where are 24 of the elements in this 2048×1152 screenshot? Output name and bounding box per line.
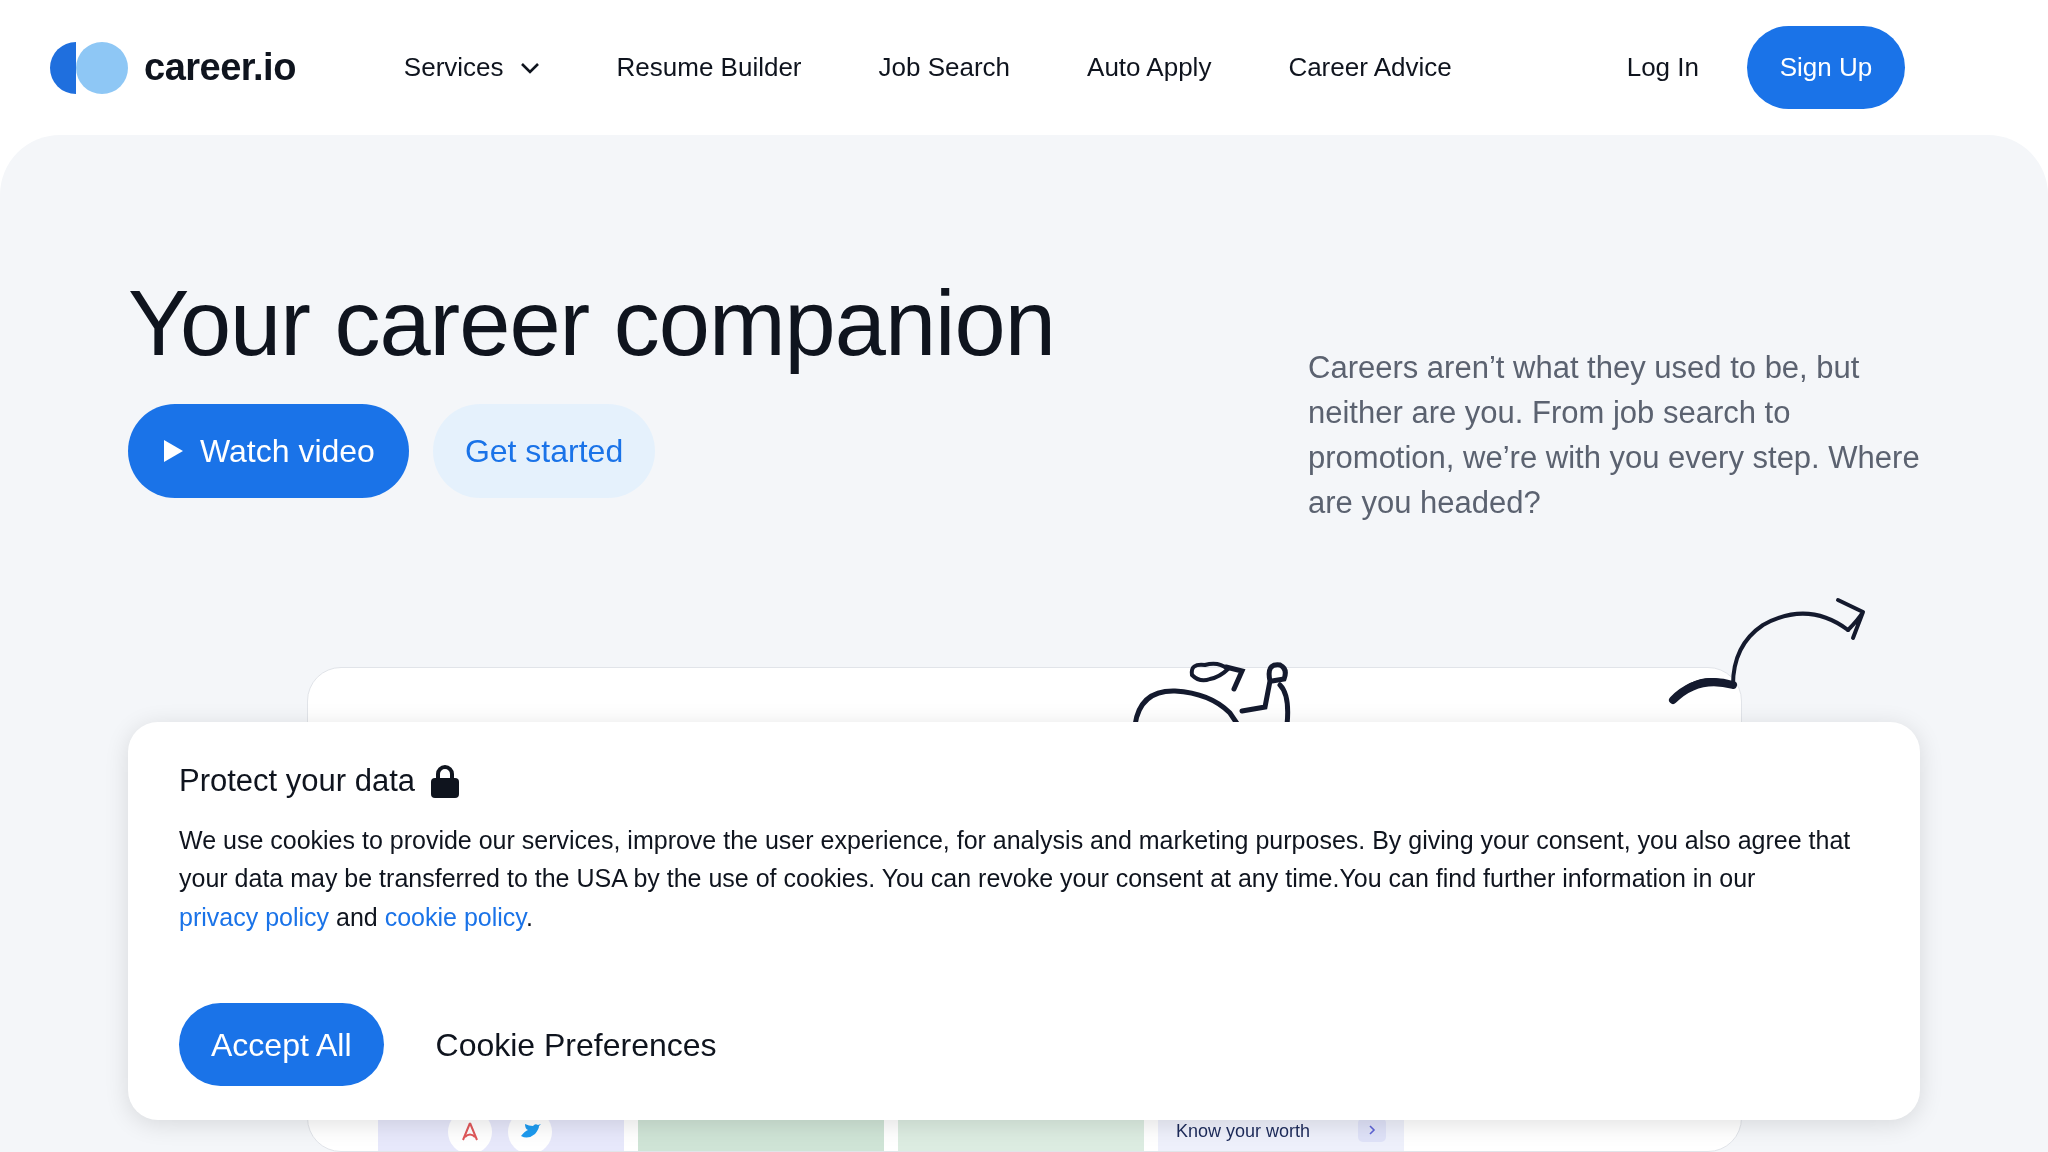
nav-link[interactable]: Auto Apply [1087, 48, 1212, 87]
play-icon [162, 439, 184, 464]
cookie-text: We use cookies to provide our services, improve the user experience, for analysis and marketing purposes. By giving your consent, you also agree that your data may be transferred to the USA by the use of cookies. You can revoke your consent at any time.You can find further information in our privacy policy and cookie policy. [179, 824, 1852, 933]
tile-title: Know your worth [1176, 1120, 1311, 1143]
signup-button[interactable]: Sign Up [1747, 26, 1905, 109]
login-link[interactable]: Log In [1626, 48, 1699, 87]
cookie-preferences-button[interactable]: Cookie Preferences [435, 1020, 717, 1069]
get-started-button[interactable]: Get started [432, 404, 656, 499]
policy-link[interactable]: cookie policy [384, 902, 526, 931]
accept-all-button[interactable]: Accept All [179, 1003, 384, 1086]
watch-video-button[interactable]: Watch video [128, 404, 409, 499]
policy-link[interactable]: privacy policy [179, 902, 330, 931]
chevron-right-icon[interactable] [1358, 1118, 1386, 1142]
logo-icon[interactable] [50, 41, 128, 94]
chevron-down-icon [519, 61, 540, 74]
brand-name[interactable]: career.io [144, 39, 296, 96]
cookie-title: Protect your data [179, 762, 416, 800]
services-dropdown[interactable]: Services [403, 48, 540, 87]
hero-description: Careers aren’t what they used to be, but neither are you. From job search to promotion, we’re with you every step. Where are you headed? [1308, 349, 1921, 522]
nav-link[interactable]: Resume Builder [616, 48, 802, 87]
nav-link[interactable]: Job Search [878, 48, 1011, 87]
nav-link[interactable]: Career Advice [1288, 48, 1452, 87]
lock-icon [431, 764, 460, 799]
hero-title: Your career companion [128, 273, 1055, 375]
